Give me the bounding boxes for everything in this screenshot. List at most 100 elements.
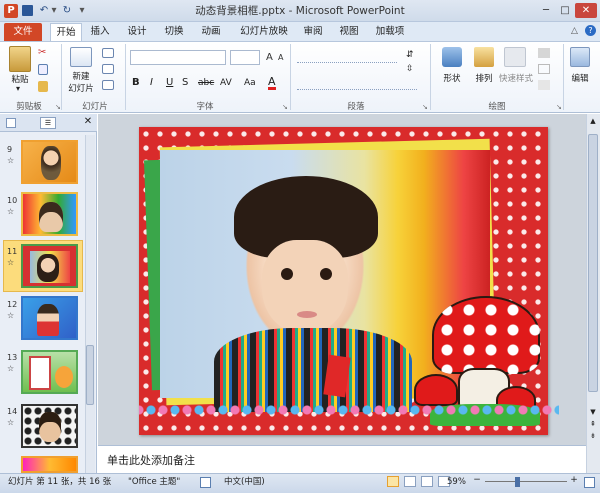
slide-number: 14 [7,407,18,416]
underline-button[interactable]: U [166,77,173,88]
layout-icon[interactable] [102,48,114,58]
tab-home[interactable]: 开始 [50,23,82,41]
tab-review[interactable]: 审阅 [300,23,326,41]
font-name-select[interactable] [130,50,226,65]
section-icon[interactable] [102,80,114,90]
close-button[interactable]: ✕ [575,3,597,18]
tab-addins[interactable]: 加载项 [372,23,408,41]
font-size-select[interactable] [230,50,260,65]
divider [61,44,62,110]
binoculars-icon[interactable] [570,47,590,67]
tab-animations[interactable]: 动画 [198,23,224,41]
bold-button[interactable]: B [132,77,140,88]
tab-slideshow[interactable]: 幻灯片放映 [236,23,292,41]
slide-anim-star[interactable]: ☆ [7,418,14,428]
previous-slide-icon[interactable]: ⇞ [589,420,597,428]
grow-font-icon[interactable]: A [266,52,273,63]
tab-file[interactable]: 文件 [4,23,42,41]
new-slide-icon[interactable] [70,47,92,67]
divider [125,44,126,110]
group-slides: 幻灯片 [82,102,108,112]
slide-sorter-icon[interactable] [404,476,416,487]
strikethrough-button[interactable]: abc [198,78,214,88]
close-panel-icon[interactable]: ✕ [82,116,94,128]
notes-placeholder[interactable]: 单击此处添加备注 [107,452,195,468]
reading-view-icon[interactable] [421,476,433,487]
slide-anim-star[interactable]: ☆ [7,258,14,268]
fit-to-window-icon[interactable] [584,477,595,488]
spellcheck-icon[interactable] [200,477,211,488]
reset-icon[interactable] [102,64,114,74]
slide-anim-star[interactable]: ☆ [7,207,14,217]
tab-transitions[interactable]: 切换 [161,23,187,41]
arrange-icon[interactable] [474,47,494,67]
tab-view[interactable]: 视图 [336,23,362,41]
slide-anim-star[interactable]: ☆ [7,156,14,166]
slide-thumbnail[interactable] [21,350,78,394]
collapse-ribbon-icon[interactable]: △ [571,26,581,36]
cut-icon[interactable]: ✂ [38,47,46,58]
paste-icon[interactable] [9,46,31,72]
edit-label[interactable]: 编辑 [565,72,595,84]
slide-thumbnail[interactable] [21,404,78,448]
slides-scrollbar[interactable] [85,135,95,473]
maximize-button[interactable]: □ [556,3,574,18]
editor-scrollbar-thumb[interactable] [588,134,598,392]
font-color-button[interactable]: A [268,76,276,90]
group-clipboard: 剪贴板 [16,102,42,112]
quick-styles-label[interactable]: 快速样式 [496,72,536,84]
format-painter-icon[interactable] [38,81,48,92]
left-eye [281,268,293,280]
mushroom-spots [432,296,540,374]
theme-name: "Office 主题" [128,477,181,487]
font-launcher-icon[interactable]: ↘ [282,103,288,111]
slide-anim-star[interactable]: ☆ [7,311,14,321]
scroll-down-icon[interactable]: ▼ [589,408,597,416]
next-slide-icon[interactable]: ⇟ [589,432,597,440]
drawing-launcher-icon[interactable]: ↘ [556,103,562,111]
slide-thumbnail[interactable] [21,296,78,340]
shapes-icon[interactable] [442,47,462,67]
slide-number: 10 [7,196,18,205]
text-direction-icon[interactable]: ⇵ [406,50,416,62]
shrink-font-icon[interactable]: A [278,53,283,62]
small-mushroom [414,374,458,406]
slide-thumbnail[interactable] [21,456,78,473]
slide-thumbnail[interactable] [21,192,78,236]
italic-button[interactable]: I [150,77,153,88]
zoom-level[interactable]: 59% [447,473,466,493]
outline-tab-icon[interactable]: ☰ [40,117,56,129]
zoom-slider-thumb[interactable] [515,477,520,487]
zoom-in-icon[interactable]: + [568,475,580,487]
new-slide-label-2[interactable]: 幻灯片 [64,82,98,94]
zoom-slider[interactable] [485,481,567,482]
normal-view-icon[interactable] [387,476,399,487]
slide-thumbnail-selected[interactable] [21,244,78,288]
tab-insert[interactable]: 插入 [87,23,113,41]
language[interactable]: 中文(中国) [224,473,265,493]
change-case-button[interactable]: Aa [244,78,256,88]
align-text-icon[interactable]: ⇳ [406,64,416,76]
zoom-out-icon[interactable]: − [471,475,483,487]
new-slide-label[interactable]: 新建 [64,70,98,82]
paragraph-list-row [297,51,397,63]
help-icon[interactable]: ? [585,25,596,36]
slides-scrollbar-thumb[interactable] [86,345,94,405]
quick-styles-icon[interactable] [504,47,526,67]
slides-tab-icon[interactable] [6,118,16,128]
slide-thumbnail[interactable] [21,140,78,184]
shapes-label[interactable]: 形状 [436,72,468,84]
char-spacing-button[interactable]: AV [220,78,232,88]
scroll-up-icon[interactable]: ▲ [589,117,597,125]
paragraph-launcher-icon[interactable]: ↘ [422,103,428,111]
tab-design[interactable]: 设计 [124,23,150,41]
paste-dropdown-icon[interactable]: ▾ [16,84,20,93]
shape-fill-icon[interactable] [538,48,550,58]
shape-effects-icon[interactable] [538,80,550,90]
shape-outline-icon[interactable] [538,64,550,74]
slide-anim-star[interactable]: ☆ [7,364,14,374]
copy-icon[interactable] [38,64,48,75]
shadow-button[interactable]: S [182,77,188,88]
clipboard-launcher-icon[interactable]: ↘ [55,103,61,111]
minimize-button[interactable]: ─ [537,3,555,18]
